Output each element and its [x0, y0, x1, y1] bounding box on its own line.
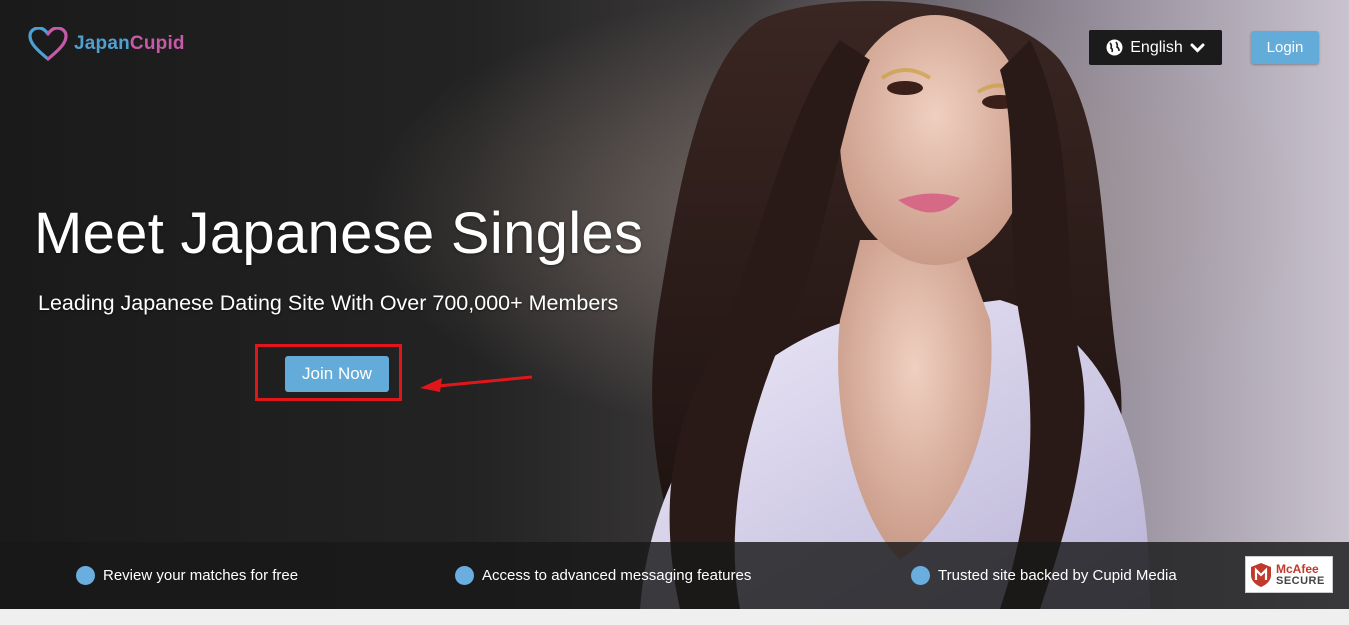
join-now-button[interactable]: Join Now	[285, 356, 389, 392]
hero-subline: Leading Japanese Dating Site With Over 7…	[38, 291, 619, 315]
hero-section: JapanCupid English Login Meet Japanese S…	[0, 0, 1349, 609]
brand-name-part1: Japan	[74, 33, 130, 54]
feature-item: Access to advanced messaging features	[455, 566, 751, 585]
hero-headline: Meet Japanese Singles	[34, 201, 644, 266]
feature-bullet-icon	[76, 566, 95, 585]
feature-label: Review your matches for free	[103, 567, 299, 584]
brand-logo[interactable]: JapanCupid	[28, 27, 185, 61]
login-button[interactable]: Login	[1251, 31, 1319, 64]
badge-line1: McAfee	[1276, 561, 1319, 576]
features-bar: Review your matches for free Access to a…	[0, 542, 1349, 609]
feature-item: Trusted site backed by Cupid Media	[911, 566, 1177, 585]
language-label: English	[1130, 38, 1183, 56]
annotation-arrow-icon	[420, 375, 533, 392]
feature-item: Review your matches for free	[76, 566, 298, 585]
heart-logo-icon	[28, 27, 68, 61]
globe-icon	[1106, 39, 1123, 56]
feature-label: Trusted site backed by Cupid Media	[938, 567, 1177, 584]
brand-name: JapanCupid	[74, 33, 185, 55]
language-selector[interactable]: English	[1089, 30, 1222, 65]
chevron-down-icon	[1190, 43, 1205, 53]
feature-bullet-icon	[911, 566, 930, 585]
mcafee-secure-badge[interactable]: McAfee SECURE	[1245, 556, 1333, 593]
feature-label: Access to advanced messaging features	[482, 567, 752, 584]
brand-name-part2: Cupid	[129, 33, 185, 54]
badge-line2: SECURE	[1276, 574, 1325, 587]
mcafee-shield-icon	[1251, 562, 1271, 587]
feature-bullet-icon	[455, 566, 474, 585]
